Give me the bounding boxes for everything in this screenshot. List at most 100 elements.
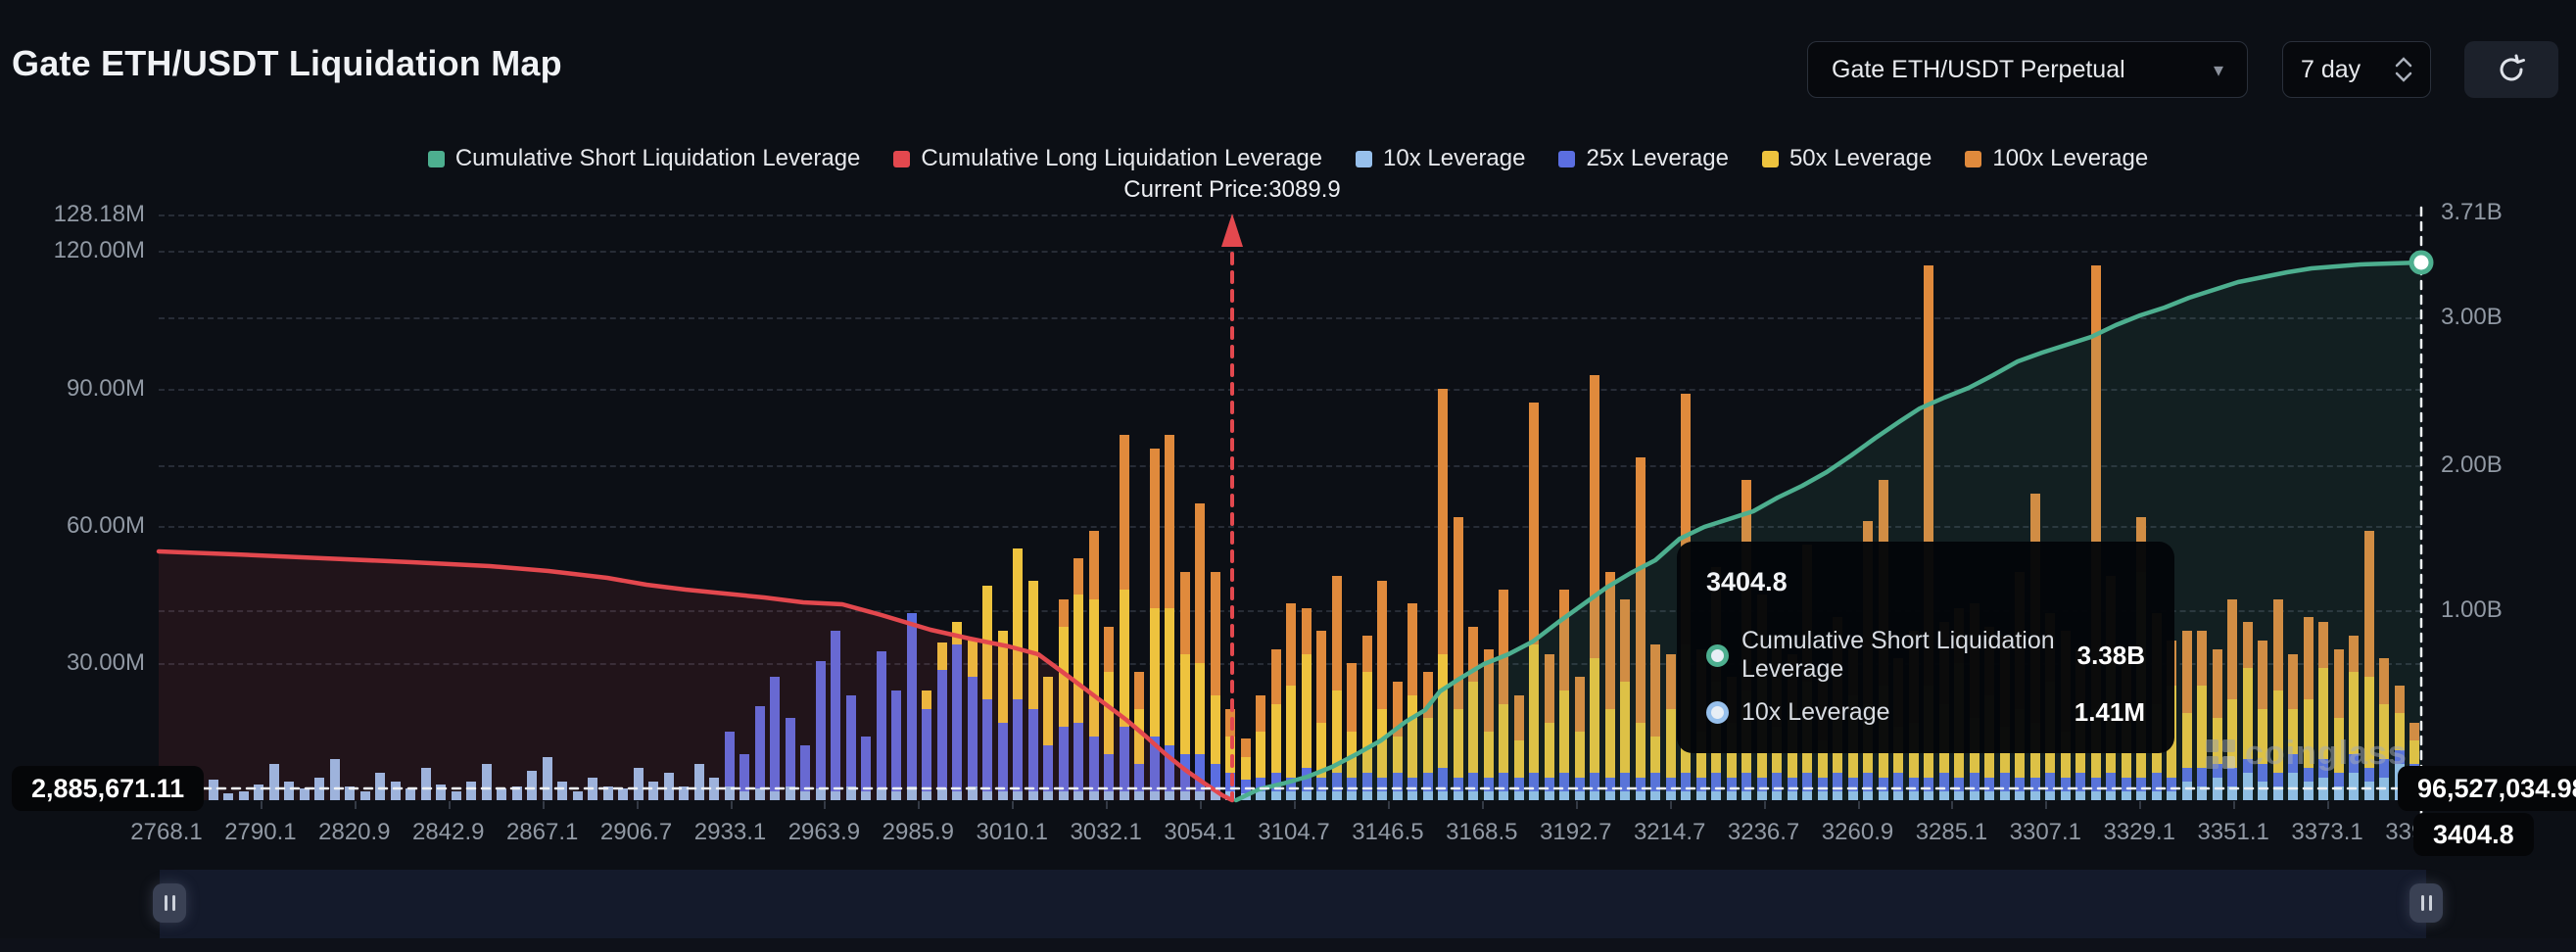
legend-item[interactable]: 50x Leverage	[1762, 145, 1932, 172]
stepper-icons[interactable]	[2395, 57, 2412, 82]
chart-tooltip: 3404.8 Cumulative Short Liquidation Leve…	[1677, 542, 2174, 753]
chevron-up-icon[interactable]	[2395, 57, 2412, 68]
tooltip-series-value: 1.41M	[2075, 697, 2145, 728]
symbol-select[interactable]: Gate ETH/USDT Perpetual ▾	[1807, 41, 2248, 98]
tooltip-row: Cumulative Short Liquidation Leverage3.3…	[1706, 627, 2145, 684]
coinglass-logo-icon	[2206, 739, 2235, 769]
legend-swatch-icon	[893, 151, 910, 167]
legend-label: 10x Leverage	[1383, 145, 1525, 172]
x-axis-tick	[1482, 801, 1484, 809]
datazoom-slider[interactable]	[0, 870, 2576, 938]
chart-legend: Cumulative Short Liquidation Leverage Cum…	[0, 145, 2576, 172]
legend-label: Cumulative Short Liquidation Leverage	[455, 145, 861, 172]
x-axis-tick-label: 3285.1	[1916, 819, 1987, 846]
x-axis-tick-label: 2842.9	[412, 819, 484, 846]
x-axis-tick	[2139, 801, 2141, 809]
x-axis-tick-label: 3146.5	[1352, 819, 1423, 846]
legend-item[interactable]: Cumulative Long Liquidation Leverage	[893, 145, 1322, 172]
x-axis-tick-label: 3307.1	[2010, 819, 2081, 846]
legend-swatch-icon	[428, 151, 445, 167]
legend-label: 100x Leverage	[1992, 145, 2148, 172]
symbol-select-value: Gate ETH/USDT Perpetual	[1832, 56, 2125, 84]
y-axis-left-tick-label: 30.00M	[8, 649, 145, 677]
x-axis-tick	[543, 801, 545, 809]
period-select[interactable]: 7 day	[2282, 41, 2431, 98]
x-axis-tick	[1764, 801, 1766, 809]
x-axis-tick-label: 3032.1	[1070, 819, 1141, 846]
short-line-end-marker	[2411, 253, 2431, 272]
period-select-value: 7 day	[2301, 56, 2361, 84]
x-axis-tick	[2045, 801, 2047, 809]
legend-swatch-icon	[1762, 151, 1779, 167]
legend-item[interactable]: 25x Leverage	[1558, 145, 1728, 172]
legend-item[interactable]: 100x Leverage	[1965, 145, 2148, 172]
x-axis-tick	[824, 801, 826, 809]
x-axis-tick-label: 2790.1	[224, 819, 296, 846]
x-axis-tick	[1012, 801, 1014, 809]
x-axis-tick-label: 3168.5	[1446, 819, 1517, 846]
bottom-strip	[0, 938, 2576, 952]
x-axis-tick	[1388, 801, 1390, 809]
refresh-button[interactable]	[2464, 41, 2558, 98]
right-axis-pointer-value: 96,527,034.98	[2398, 766, 2576, 811]
x-axis-pointer-value: 3404.8	[2413, 813, 2534, 856]
x-axis-tick	[731, 801, 733, 809]
x-axis-tick-label: 3260.9	[1822, 819, 1893, 846]
tooltip-series-marker-icon	[1706, 701, 1729, 724]
x-axis-tick-label: 2820.9	[318, 819, 390, 846]
x-axis-tick	[637, 801, 639, 809]
tooltip-series-value: 3.38B	[2077, 641, 2145, 671]
y-axis-right-tick-label: 3.00B	[2441, 304, 2503, 331]
x-axis-tick	[1200, 801, 1202, 809]
refresh-icon	[2495, 53, 2528, 86]
y-axis-right-tick-label: 2.00B	[2441, 452, 2503, 479]
x-axis-tick	[1951, 801, 1953, 809]
tooltip-title: 3404.8	[1706, 567, 2145, 597]
datazoom-right-grip[interactable]	[2409, 883, 2443, 923]
tooltip-series-marker-icon	[1706, 644, 1729, 667]
x-axis-tick	[261, 801, 262, 809]
x-axis-tick	[918, 801, 920, 809]
x-axis-tick-label: 2906.7	[600, 819, 672, 846]
watermark: coinglass	[2206, 735, 2408, 773]
legend-label: 25x Leverage	[1586, 145, 1728, 172]
chevron-down-icon[interactable]	[2395, 71, 2412, 82]
x-axis-tick-label: 3351.1	[2197, 819, 2268, 846]
y-axis-left-tick-label: 128.18M	[8, 201, 145, 228]
x-axis-tick-label: 3373.1	[2291, 819, 2362, 846]
x-axis-tick	[1294, 801, 1296, 809]
y-axis-right-tick-label: 3.71B	[2441, 199, 2503, 226]
x-axis-tick-label: 3010.1	[977, 819, 1048, 846]
y-axis-left-tick-label: 90.00M	[8, 375, 145, 403]
x-axis-tick-label: 3192.7	[1540, 819, 1611, 846]
y-axis-right-tick-label: 1.00B	[2441, 596, 2503, 624]
legend-item[interactable]: 10x Leverage	[1356, 145, 1525, 172]
x-axis-tick	[2233, 801, 2235, 809]
legend-swatch-icon	[1558, 151, 1575, 167]
current-price-label: Current Price:3089.9	[1036, 176, 1428, 204]
x-axis-tick	[449, 801, 451, 809]
liquidation-map-page: Gate ETH/USDT Liquidation Map Gate ETH/U…	[0, 0, 2576, 952]
current-price-arrow-icon	[1221, 214, 1243, 247]
x-axis-tick-label: 3236.7	[1728, 819, 1799, 846]
x-axis-tick	[355, 801, 357, 809]
x-axis-tick-label: 2768.1	[130, 819, 202, 846]
x-axis-tick	[1576, 801, 1578, 809]
legend-item[interactable]: Cumulative Short Liquidation Leverage	[428, 145, 861, 172]
x-axis-tick	[2327, 801, 2329, 809]
x-axis-tick-label: 3054.1	[1164, 819, 1235, 846]
x-axis-tick-label: 2985.9	[883, 819, 954, 846]
x-axis-tick-label: 3104.7	[1258, 819, 1329, 846]
legend-label: Cumulative Long Liquidation Leverage	[921, 145, 1322, 172]
x-axis-tick	[1670, 801, 1672, 809]
x-axis-tick-label: 2933.1	[694, 819, 766, 846]
x-axis-tick	[1106, 801, 1108, 809]
legend-label: 50x Leverage	[1789, 145, 1932, 172]
x-axis-tick-label: 2867.1	[506, 819, 578, 846]
datazoom-track[interactable]	[160, 870, 2426, 938]
tooltip-series-label: 10x Leverage	[1741, 698, 1890, 727]
page-title: Gate ETH/USDT Liquidation Map	[12, 43, 562, 84]
datazoom-left-grip[interactable]	[153, 883, 186, 923]
x-axis-tick-label: 2963.9	[788, 819, 860, 846]
chevron-down-icon: ▾	[2214, 58, 2223, 82]
